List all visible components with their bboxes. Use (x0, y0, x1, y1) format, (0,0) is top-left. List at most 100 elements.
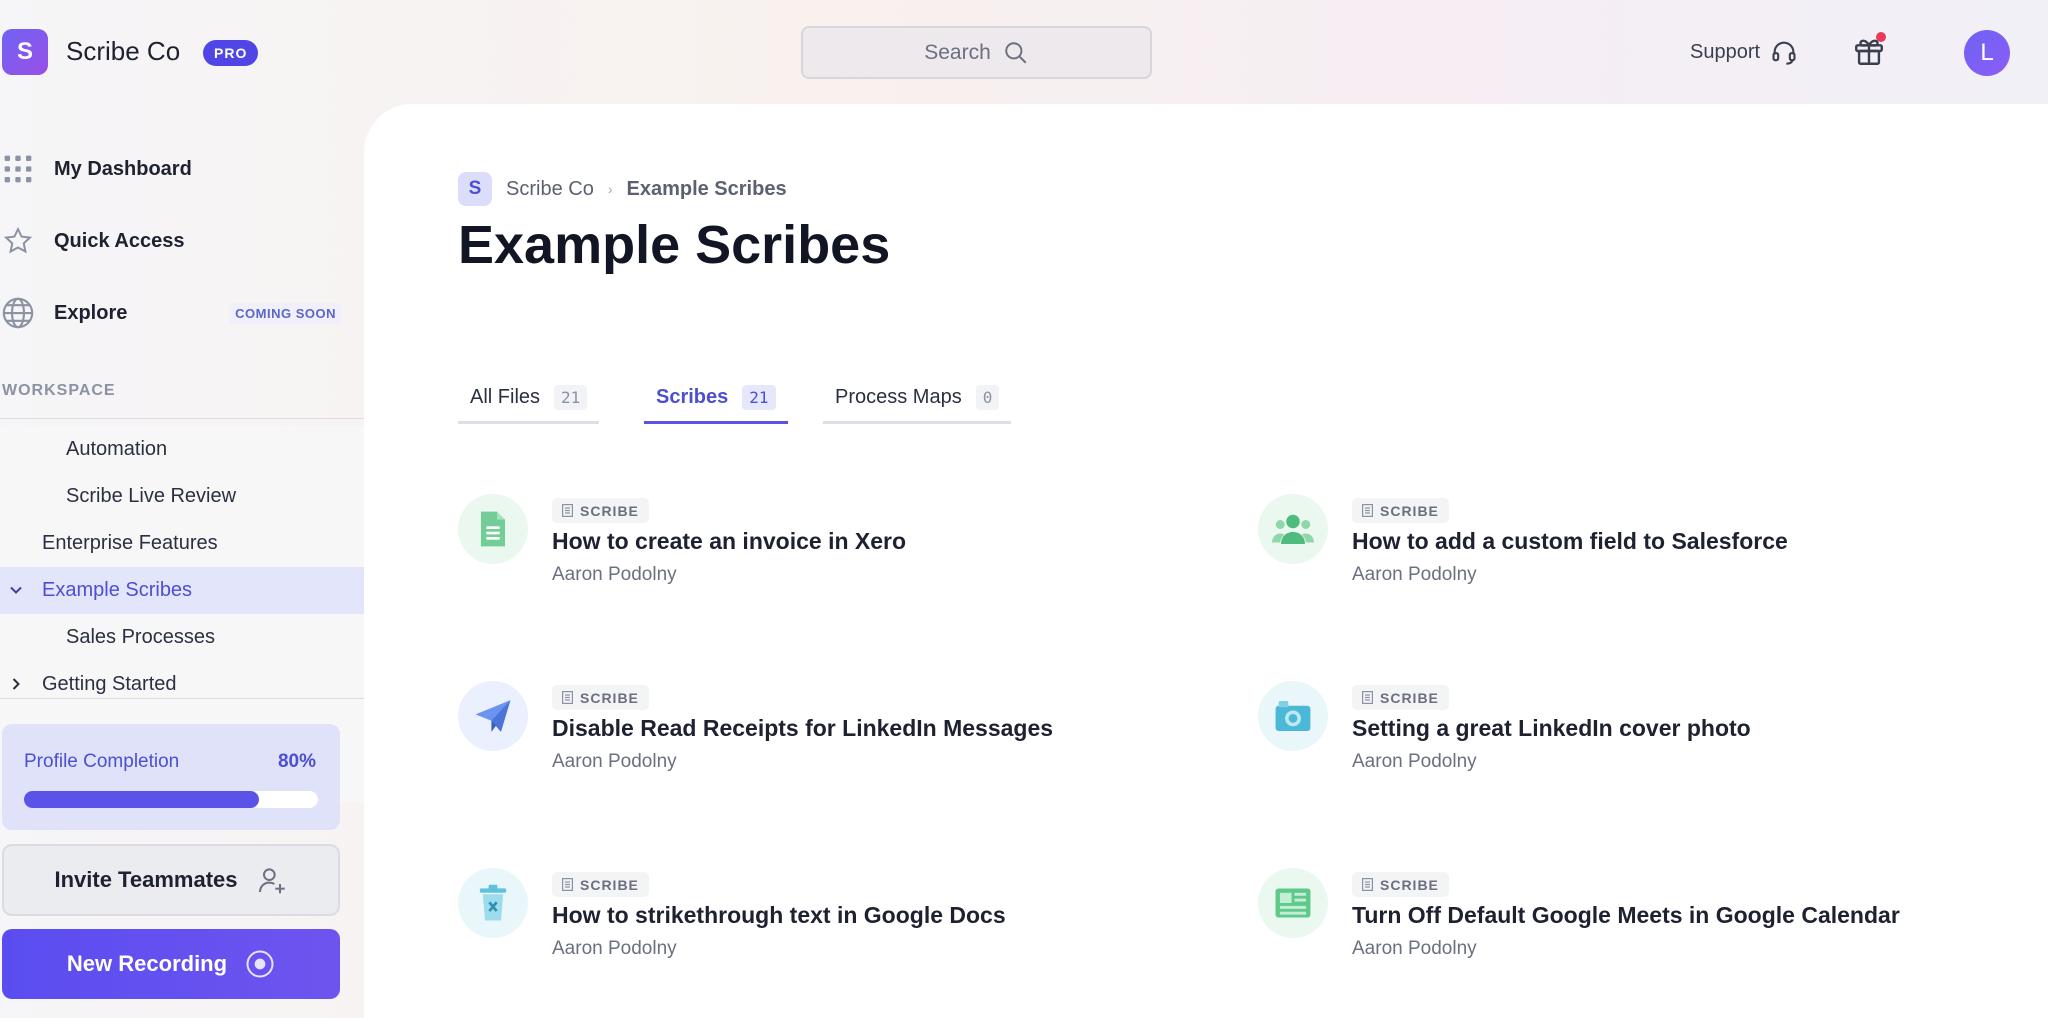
progress-fill (24, 791, 260, 808)
scribe-title[interactable]: How to create an invoice in Xero (552, 528, 906, 555)
nav-label: Explore (54, 301, 128, 324)
tab-scribes[interactable]: Scribes 21 (644, 374, 788, 424)
invite-teammates-button[interactable]: Invite Teammates (2, 844, 340, 916)
scribe-title[interactable]: How to strikethrough text in Google Docs (552, 902, 1006, 929)
scribe-badge-label: SCRIBE (1380, 876, 1439, 893)
sidebar: My Dashboard Quick Access Explore COMING… (0, 104, 364, 1018)
coming-soon-badge: COMING SOON (229, 303, 342, 324)
breadcrumb-separator-icon: › (607, 181, 613, 197)
scribe-author: Aaron Podolny (1352, 938, 1477, 959)
tree-item-example-scribes[interactable]: Example Scribes (0, 567, 364, 614)
doc-mini-icon (1362, 878, 1373, 891)
doc-mini-icon (1362, 504, 1373, 517)
scribe-title[interactable]: Setting a great LinkedIn cover photo (1352, 715, 1751, 742)
scribe-badge-label: SCRIBE (580, 502, 639, 519)
new-recording-button[interactable]: New Recording (2, 929, 340, 999)
scribe-badge-label: SCRIBE (580, 689, 639, 706)
chevron-right-icon[interactable] (8, 676, 24, 692)
notification-dot (1876, 32, 1886, 42)
grid-icon (0, 151, 36, 187)
star-icon (0, 223, 36, 259)
paper-plane-icon (458, 681, 528, 751)
profile-completion-label: Profile Completion (24, 751, 180, 772)
doc-mini-icon (562, 504, 573, 517)
scribe-title[interactable]: Turn Off Default Google Meets in Google … (1352, 902, 1900, 929)
scribe-card[interactable]: SCRIBE How to create an invoice in Xero … (458, 494, 1238, 604)
tree-item-label: Example Scribes (42, 579, 193, 601)
scribe-author: Aaron Podolny (552, 938, 677, 959)
record-icon (246, 950, 274, 978)
doc-mini-icon (562, 878, 573, 891)
scribe-badge: SCRIBE (552, 872, 649, 897)
scribe-badge: SCRIBE (552, 498, 649, 523)
camera-icon (1258, 681, 1328, 751)
breadcrumb: S Scribe Co › Example Scribes (458, 172, 787, 206)
chevron-down-icon[interactable] (8, 582, 24, 598)
scribe-badge-label: SCRIBE (1380, 689, 1439, 706)
scribe-badge: SCRIBE (1352, 685, 1449, 710)
scribe-badge-label: SCRIBE (580, 876, 639, 893)
scribe-badge-label: SCRIBE (1380, 502, 1439, 519)
support-link[interactable]: Support (1690, 38, 1798, 66)
nav-label: Quick Access (54, 229, 185, 252)
plan-badge: PRO (203, 40, 259, 66)
tree-item-label: Getting Started (42, 673, 177, 695)
tab-process-maps[interactable]: Process Maps 0 (823, 374, 1012, 424)
scribe-card[interactable]: SCRIBE Turn Off Default Google Meets in … (1258, 868, 2038, 978)
profile-completion-card[interactable]: Profile Completion 80% (2, 724, 340, 830)
nav-label: My Dashboard (54, 157, 192, 180)
search-icon (1005, 41, 1027, 63)
search-label: Search (924, 40, 991, 64)
scribe-title[interactable]: Disable Read Receipts for LinkedIn Messa… (552, 715, 1053, 742)
tab-label: Process Maps (835, 386, 962, 408)
divider (0, 698, 364, 699)
scribe-card[interactable]: SCRIBE Disable Read Receipts for LinkedI… (458, 681, 1238, 791)
nav-my-dashboard[interactable]: My Dashboard (0, 146, 346, 192)
scribe-title[interactable]: How to add a custom field to Salesforce (1352, 528, 1788, 555)
scribe-card[interactable]: SCRIBE Setting a great LinkedIn cover ph… (1258, 681, 2038, 791)
search-button[interactable]: Search (801, 26, 1152, 79)
scribe-author: Aaron Podolny (552, 751, 677, 772)
document-icon (458, 494, 528, 564)
doc-mini-icon (1362, 691, 1373, 704)
tab-label: Scribes (656, 386, 729, 408)
doc-mini-icon (562, 691, 573, 704)
scribe-author: Aaron Podolny (1352, 564, 1477, 585)
trash-icon (458, 868, 528, 938)
tab-count: 0 (975, 385, 1000, 410)
people-icon (1258, 494, 1328, 564)
tab-all-files[interactable]: All Files 21 (458, 374, 600, 424)
workspace-heading: WORKSPACE (2, 382, 116, 399)
scribe-card[interactable]: SCRIBE How to add a custom field to Sale… (1258, 494, 2038, 604)
tree-item-getting-started[interactable]: Getting Started (0, 661, 364, 708)
tree-item-sales-processes[interactable]: Sales Processes (0, 614, 364, 661)
tab-count: 21 (742, 385, 776, 410)
globe-icon (0, 295, 36, 331)
headset-icon (1772, 41, 1796, 65)
scribe-card[interactable]: SCRIBE How to strikethrough text in Goog… (458, 868, 1238, 978)
scribe-badge: SCRIBE (1352, 872, 1449, 897)
tree-item-scribe-live-review[interactable]: Scribe Live Review (0, 473, 364, 520)
nav-explore[interactable]: Explore COMING SOON (0, 290, 346, 336)
scribe-badge: SCRIBE (552, 685, 649, 710)
tree-item-automation[interactable]: Automation (0, 426, 364, 473)
brand-name[interactable]: Scribe Co (66, 36, 180, 67)
tree-item-enterprise-features[interactable]: Enterprise Features (0, 520, 364, 567)
tree-item-label: Automation (66, 438, 168, 460)
add-user-icon (258, 868, 285, 894)
breadcrumb-org[interactable]: Scribe Co (506, 178, 594, 201)
tree-item-label: Sales Processes (66, 626, 215, 648)
scribe-author: Aaron Podolny (552, 564, 677, 585)
scribe-author: Aaron Podolny (1352, 751, 1477, 772)
support-label: Support (1690, 40, 1761, 63)
breadcrumb-current: Example Scribes (626, 177, 787, 200)
app-logo[interactable]: S (2, 29, 48, 75)
scribe-badge: SCRIBE (1352, 498, 1449, 523)
newspaper-icon (1258, 868, 1328, 938)
tree-item-label: Enterprise Features (42, 532, 218, 554)
nav-quick-access[interactable]: Quick Access (0, 218, 346, 264)
profile-completion-value: 80% (277, 751, 316, 772)
new-recording-label: New Recording (66, 951, 228, 976)
user-avatar[interactable]: L (1964, 30, 2010, 76)
breadcrumb-org-logo[interactable]: S (458, 172, 492, 206)
